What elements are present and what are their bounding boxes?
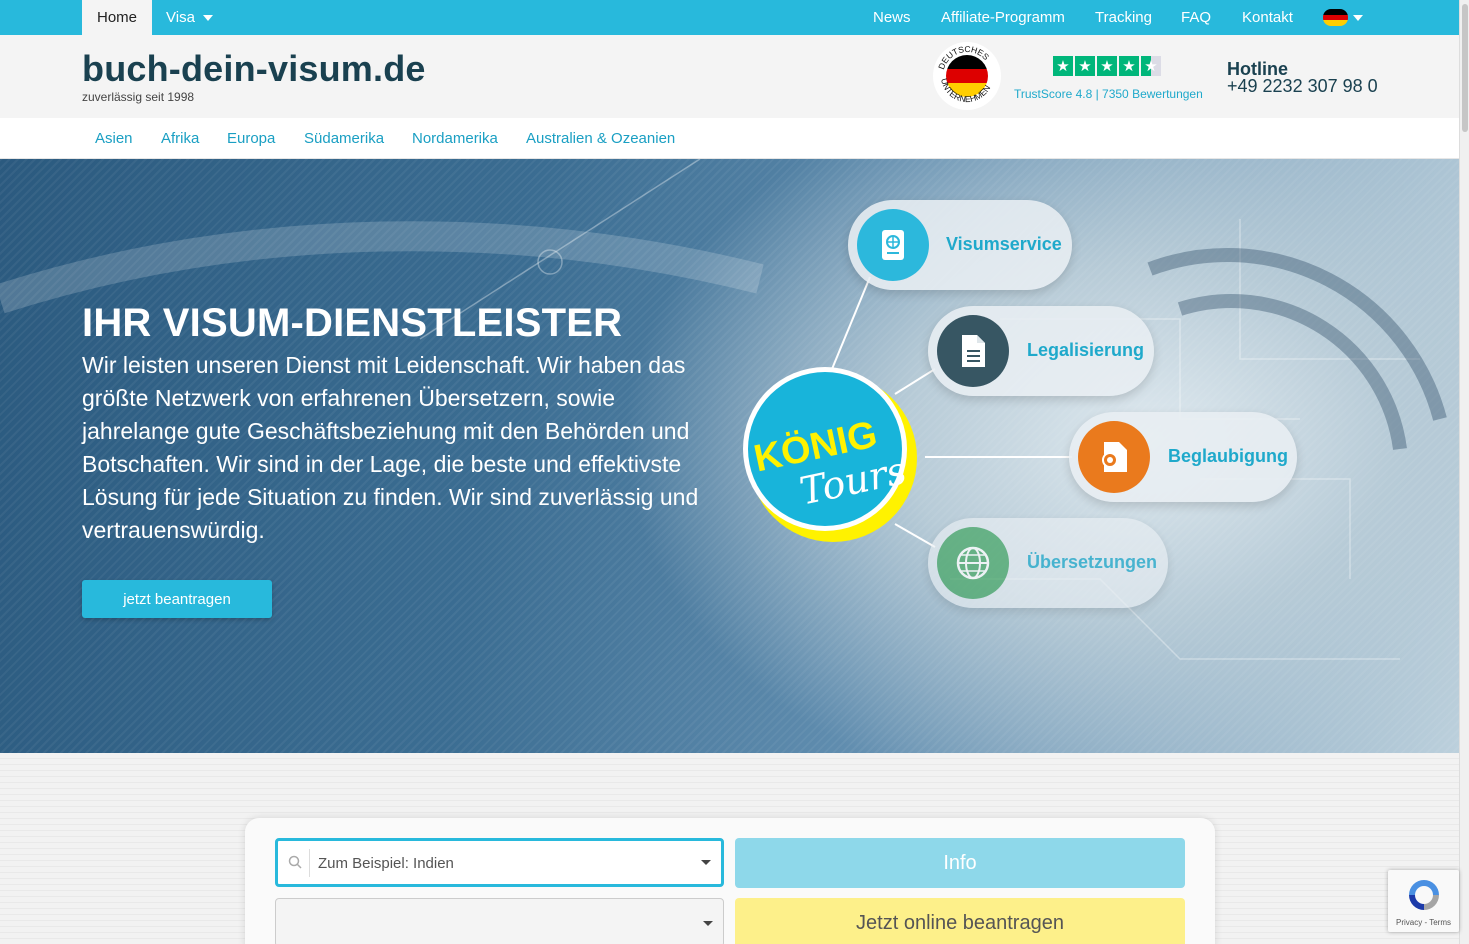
search-section: Zum Beispiel: Indien Info Jetzt online b…: [0, 753, 1459, 944]
language-flag-icon[interactable]: [1323, 9, 1348, 26]
service-label: Visumservice: [946, 234, 1062, 254]
half-star-icon: ★: [1141, 56, 1161, 76]
star-icon: ★: [1119, 56, 1139, 76]
country-placeholder: Zum Beispiel: Indien: [318, 855, 454, 872]
page-scrollbar[interactable]: [1459, 0, 1469, 944]
nav-tracking-link[interactable]: Tracking: [1095, 9, 1152, 26]
recaptcha-links[interactable]: Privacy - Terms: [1388, 918, 1459, 927]
site-logo-text[interactable]: buch-dein-visum.de: [82, 48, 426, 90]
passport-icon: [857, 209, 929, 281]
certificate-icon: [1078, 421, 1150, 493]
divider: [309, 849, 310, 877]
recaptcha-badge[interactable]: Privacy - Terms: [1388, 870, 1459, 932]
service-visumservice[interactable]: Visumservice: [848, 200, 1072, 290]
chevron-down-icon: [202, 14, 213, 21]
german-company-seal-icon: DEUTSCHES UNTERNEHMEN: [933, 42, 1001, 110]
service-legalisierung[interactable]: Legalisierung: [928, 306, 1154, 396]
scrollbar-thumb[interactable]: [1462, 4, 1468, 132]
service-beglaubigung[interactable]: Beglaubigung: [1069, 412, 1297, 502]
recaptcha-icon: [1409, 880, 1439, 910]
hero-banner: IHR VISUM-DIENSTLEISTER Wir leisten unse…: [0, 159, 1459, 753]
service-uebersetzungen[interactable]: Übersetzungen: [928, 518, 1168, 608]
top-navigation-bar: Home Visa News Affiliate-Programm Tracki…: [0, 0, 1459, 35]
apply-online-button[interactable]: Jetzt online beantragen: [735, 898, 1185, 944]
nav-kontakt-link[interactable]: Kontakt: [1242, 9, 1293, 26]
region-australien-link[interactable]: Australien & Ozeanien: [526, 130, 675, 147]
region-asien-link[interactable]: Asien: [95, 130, 133, 147]
site-header: buch-dein-visum.de zuverlässig seit 1998…: [0, 35, 1459, 118]
visa-search-card: Zum Beispiel: Indien Info Jetzt online b…: [245, 818, 1215, 944]
trustpilot-stars[interactable]: ★ ★ ★ ★ ★: [1053, 56, 1161, 76]
nav-faq-link[interactable]: FAQ: [1181, 9, 1211, 26]
language-chevron-icon[interactable]: [1353, 15, 1363, 21]
nav-visa-label: Visa: [166, 9, 195, 26]
hotline-number[interactable]: +49 2232 307 98 0: [1227, 76, 1378, 97]
service-label: Beglaubigung: [1168, 446, 1288, 466]
nav-affiliate-link[interactable]: Affiliate-Programm: [941, 9, 1065, 26]
chevron-down-icon[interactable]: [703, 921, 713, 926]
nav-home-tab[interactable]: Home: [82, 0, 152, 35]
hero-description: Wir leisten unseren Dienst mit Leidensch…: [82, 352, 699, 543]
star-icon: ★: [1053, 56, 1073, 76]
document-icon: [937, 315, 1009, 387]
info-button[interactable]: Info: [735, 838, 1185, 888]
apply-now-button[interactable]: jetzt beantragen: [82, 580, 272, 618]
service-label: Übersetzungen: [1027, 552, 1158, 572]
nav-news-link[interactable]: News: [873, 9, 911, 26]
koenig-tours-logo: KÖNIG Tours: [740, 365, 920, 545]
region-afrika-link[interactable]: Afrika: [161, 130, 199, 147]
service-label: Legalisierung: [1027, 340, 1145, 360]
site-tagline: zuverlässig seit 1998: [82, 90, 195, 104]
region-suedamerika-link[interactable]: Südamerika: [304, 130, 384, 147]
search-icon: [288, 855, 302, 869]
hero-title: IHR VISUM-DIENSTLEISTER: [82, 301, 623, 345]
visa-type-select[interactable]: [275, 898, 724, 944]
country-select[interactable]: Zum Beispiel: Indien: [275, 838, 724, 887]
region-navigation: Asien Afrika Europa Südamerika Nordameri…: [0, 118, 1459, 159]
trustscore-text[interactable]: TrustScore 4.8 | 7350 Bewertungen: [1014, 87, 1203, 101]
region-nordamerika-link[interactable]: Nordamerika: [412, 130, 498, 147]
nav-visa-dropdown[interactable]: Visa: [152, 0, 227, 35]
globe-icon: [937, 527, 1009, 599]
chevron-down-icon[interactable]: [701, 860, 711, 865]
star-icon: ★: [1097, 56, 1117, 76]
region-europa-link[interactable]: Europa: [227, 130, 275, 147]
star-icon: ★: [1075, 56, 1095, 76]
